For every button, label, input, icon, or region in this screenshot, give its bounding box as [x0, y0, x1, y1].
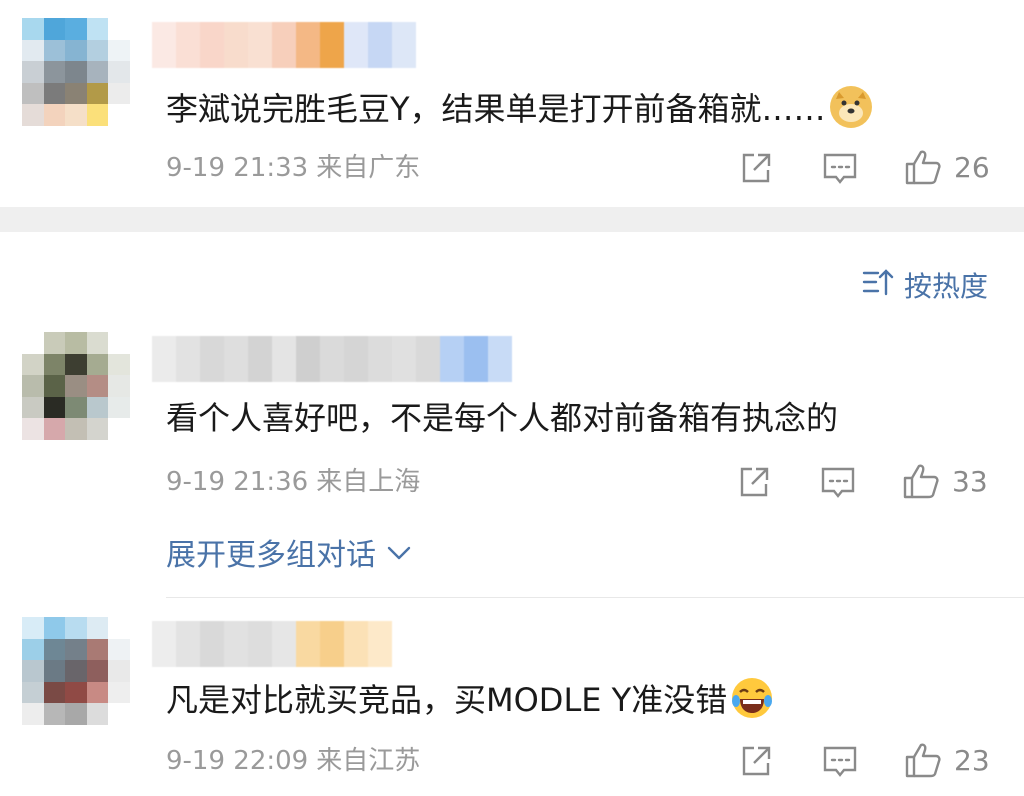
sort-button[interactable]: 按热度 — [862, 265, 988, 305]
sort-icon — [862, 267, 894, 304]
comment-icon[interactable] — [820, 464, 856, 500]
comment-location: 来自江苏 — [316, 746, 421, 776]
avatar[interactable] — [22, 617, 130, 725]
comment-icon[interactable] — [822, 150, 858, 186]
comment-item: 凡是对比就买竞品，买MODLE Y准没错 9-19 22:09 来自江苏 23 — [0, 615, 1024, 796]
comment-meta: 9-19 22:09 来自江苏 — [166, 745, 420, 777]
comment-separator — [166, 597, 1024, 598]
username[interactable] — [152, 336, 512, 382]
comment-text: 看个人喜好吧，不是每个人都对前备箱有执念的 — [166, 399, 839, 437]
avatar[interactable] — [22, 332, 130, 440]
comment-text: 李斌说完胜毛豆Y，结果单是打开前备箱就…… — [166, 86, 872, 129]
expand-conversation-link[interactable]: 展开更多组对话 — [166, 530, 412, 574]
comment-time: 9-19 22:09 — [166, 746, 309, 776]
comment-item: 看个人喜好吧，不是每个人都对前备箱有执念的 9-19 21:36 来自上海 33 — [0, 330, 1024, 590]
username[interactable] — [152, 22, 416, 68]
expand-label: 展开更多组对话 — [166, 538, 376, 573]
like-count: 26 — [954, 151, 990, 184]
share-icon[interactable] — [738, 150, 774, 186]
like-icon[interactable] — [904, 741, 942, 779]
comment-time: 9-19 21:33 — [166, 153, 309, 183]
comment-location: 来自广东 — [316, 153, 421, 183]
comment-location: 来自上海 — [316, 467, 421, 497]
like-count: 23 — [954, 744, 990, 777]
laughing-tears-emoji — [731, 677, 773, 719]
like-count: 33 — [952, 465, 988, 498]
like-icon[interactable] — [902, 462, 940, 500]
like-icon[interactable] — [904, 148, 942, 186]
comment-time: 9-19 21:36 — [166, 467, 309, 497]
comment-text: 凡是对比就买竞品，买MODLE Y准没错 — [166, 677, 773, 720]
comment-icon[interactable] — [822, 743, 858, 779]
comment-item: 李斌说完胜毛豆Y，结果单是打开前备箱就…… 9-19 21:33 来自广东 26 — [0, 0, 1024, 207]
comment-meta: 9-19 21:33 来自广东 — [166, 152, 420, 184]
share-icon[interactable] — [738, 743, 774, 779]
chevron-down-icon — [386, 535, 412, 570]
avatar[interactable] — [22, 18, 130, 126]
share-icon[interactable] — [736, 464, 772, 500]
sort-label: 按热度 — [903, 270, 988, 303]
username[interactable] — [152, 621, 392, 667]
section-divider — [0, 207, 1024, 232]
doge-emoji — [829, 86, 872, 128]
comment-meta: 9-19 21:36 来自上海 — [166, 466, 420, 498]
